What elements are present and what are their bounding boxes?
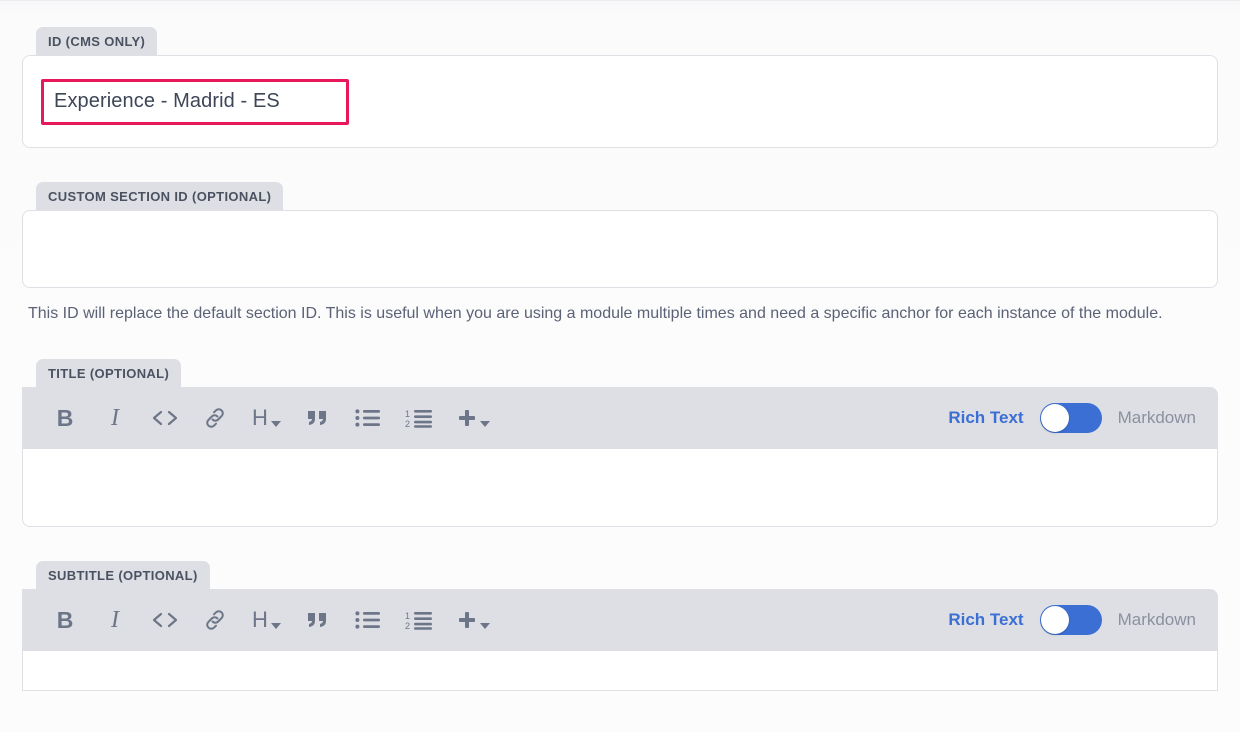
field-label-title: TITLE (OPTIONAL)	[36, 359, 182, 388]
bold-glyph: B	[56, 404, 74, 431]
editor-toolbar-title: B I H 1 2 Rich Text Markdown	[22, 387, 1218, 450]
form-page: ID (CMS ONLY) CUSTOM SECTION ID (OPTIONA…	[0, 0, 1240, 732]
blockquote-icon[interactable]	[305, 603, 331, 637]
rich-text-editor-title: B I H 1 2 Rich Text Markdown	[22, 387, 1218, 528]
toggle-knob	[1040, 606, 1069, 635]
link-icon[interactable]	[202, 401, 228, 435]
blockquote-icon[interactable]	[305, 401, 331, 435]
link-icon-svg	[206, 610, 224, 630]
heading-icon[interactable]: H	[252, 401, 281, 435]
italic-icon[interactable]: I	[102, 603, 128, 637]
formatting-tools-subtitle: B I H 1 2	[52, 603, 490, 637]
numbered-list-icon[interactable]: 1 2	[405, 603, 433, 637]
markdown-label[interactable]: Markdown	[1118, 610, 1196, 630]
field-title: TITLE (OPTIONAL) B I H 1 2 Rich Text Mar…	[22, 359, 1218, 528]
markdown-label[interactable]: Markdown	[1118, 408, 1196, 428]
italic-glyph: I	[111, 607, 119, 634]
svg-text:1: 1	[405, 611, 410, 621]
svg-text:2: 2	[405, 419, 410, 428]
heading-glyph: H	[252, 405, 268, 431]
numbered-list-icon-svg: 1 2	[405, 409, 432, 428]
plus-icon-svg	[458, 612, 475, 629]
mode-toggle-switch[interactable]	[1039, 403, 1102, 434]
bold-icon[interactable]: B	[52, 603, 78, 637]
bulleted-list-icon[interactable]	[355, 401, 381, 435]
formatting-tools-title: B I H 1 2	[52, 401, 490, 435]
numbered-list-icon-svg: 1 2	[405, 611, 432, 630]
chevron-down-icon	[479, 421, 490, 428]
field-custom-section-id: CUSTOM SECTION ID (OPTIONAL)	[22, 182, 1218, 288]
spacer-top	[22, 0, 1218, 27]
editor-mode-toggle-subtitle: Rich Text Markdown	[948, 605, 1196, 636]
code-icon[interactable]	[152, 603, 178, 637]
numbered-list-icon[interactable]: 1 2	[405, 401, 433, 435]
bold-icon[interactable]: B	[52, 401, 78, 435]
editor-mode-toggle-title: Rich Text Markdown	[948, 403, 1196, 434]
field-box-cms-id	[22, 55, 1218, 148]
add-icon[interactable]	[457, 401, 490, 435]
bold-glyph: B	[56, 606, 74, 633]
editor-content-title[interactable]	[22, 449, 1218, 528]
custom-section-id-input[interactable]	[41, 237, 1199, 261]
bulleted-list-icon[interactable]	[355, 603, 381, 637]
mode-toggle-switch[interactable]	[1039, 605, 1102, 636]
rich-text-editor-subtitle: B I H 1 2 Rich Text Markdown	[22, 589, 1218, 692]
code-icon[interactable]	[152, 401, 178, 435]
add-icon[interactable]	[457, 603, 490, 637]
italic-glyph: I	[111, 405, 119, 432]
rich-text-label[interactable]: Rich Text	[948, 610, 1023, 630]
italic-icon[interactable]: I	[102, 401, 128, 435]
chevron-down-icon	[270, 421, 281, 428]
bulleted-list-icon-svg	[355, 611, 380, 629]
custom-section-id-help-text: This ID will replace the default section…	[28, 305, 1163, 322]
toggle-knob	[1040, 404, 1069, 433]
editor-content-subtitle[interactable]	[22, 651, 1218, 692]
top-divider	[0, 0, 1240, 1]
field-box-custom-section-id	[22, 210, 1218, 288]
editor-toolbar-subtitle: B I H 1 2 Rich Text Markdown	[22, 589, 1218, 652]
blockquote-icon-svg	[307, 411, 326, 426]
chevron-down-icon	[270, 623, 281, 630]
heading-icon[interactable]: H	[252, 603, 281, 637]
field-label-subtitle: SUBTITLE (OPTIONAL)	[36, 561, 210, 590]
rich-text-label[interactable]: Rich Text	[948, 408, 1023, 428]
link-icon[interactable]	[202, 603, 228, 637]
code-icon-svg	[152, 613, 178, 628]
svg-text:2: 2	[405, 621, 410, 630]
field-label-custom-section-id: CUSTOM SECTION ID (OPTIONAL)	[36, 182, 284, 210]
code-icon-svg	[152, 411, 178, 426]
bulleted-list-icon-svg	[355, 409, 380, 427]
cms-id-input[interactable]	[41, 78, 349, 125]
field-cms-id: ID (CMS ONLY)	[22, 27, 1218, 148]
svg-text:1: 1	[405, 409, 410, 419]
chevron-down-icon	[479, 623, 490, 630]
heading-glyph: H	[252, 607, 268, 633]
blockquote-icon-svg	[307, 613, 326, 628]
link-icon-svg	[206, 408, 224, 428]
field-subtitle: SUBTITLE (OPTIONAL) B I H 1 2 Rich Text …	[22, 561, 1218, 692]
field-label-cms-id: ID (CMS ONLY)	[36, 27, 158, 55]
plus-icon-svg	[458, 410, 475, 427]
